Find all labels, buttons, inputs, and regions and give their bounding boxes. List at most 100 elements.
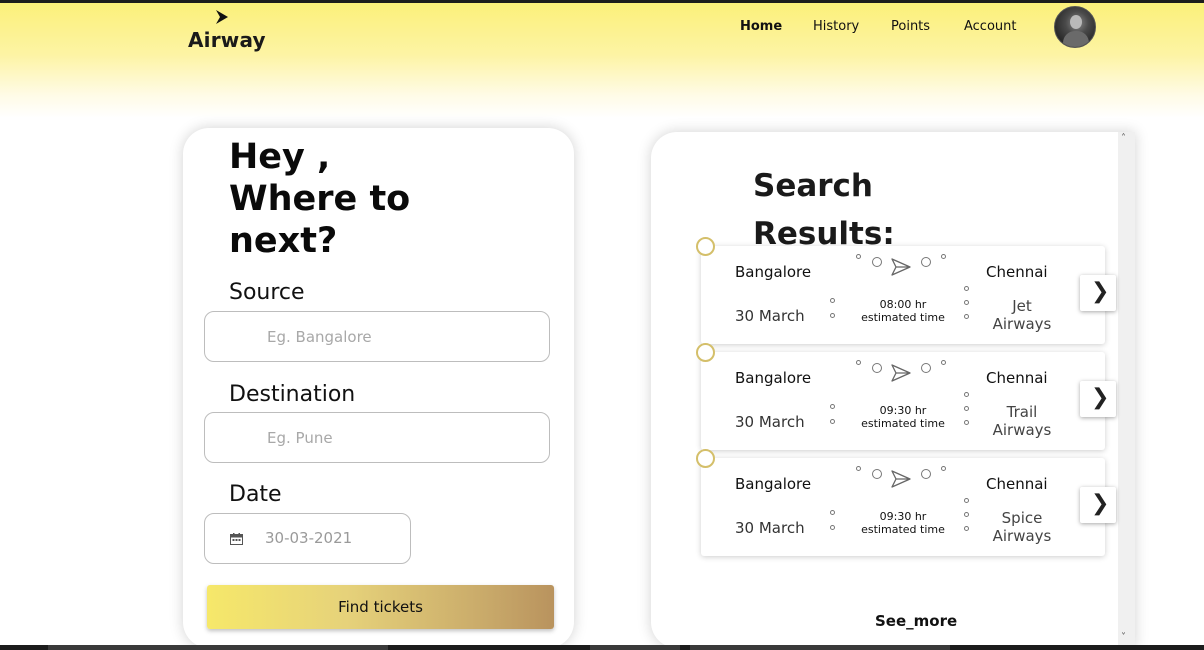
route-dot — [964, 526, 969, 531]
airline-line: Airways — [992, 315, 1052, 333]
airline-name: Spice Airways — [983, 509, 1061, 545]
flight-source: Bangalore — [735, 475, 812, 493]
results-scrollbar[interactable]: ˄ ˅ — [1118, 132, 1135, 648]
route-dot — [872, 257, 882, 267]
header: Airway Home History Points Account — [0, 3, 1204, 118]
route-dot — [941, 254, 946, 259]
date-field[interactable]: 30-03-2021 — [204, 513, 411, 564]
airline-line: Spice — [1001, 509, 1043, 527]
results-panel: Search Results: ˄ ˅ Bangalore Chennai 30… — [651, 132, 1135, 648]
flight-result-card[interactable]: Bangalore Chennai 30 March 09:30 hr esti… — [696, 343, 1116, 450]
date-label: Date — [229, 482, 282, 507]
airline-name: Jet Airways — [983, 297, 1061, 333]
pin-icon — [696, 449, 715, 468]
taskbar-segment — [48, 645, 388, 650]
route-dot — [964, 406, 969, 411]
plane-icon — [891, 470, 911, 488]
route-dot — [830, 313, 835, 318]
destination-input[interactable] — [265, 428, 539, 448]
flight-date: 30 March — [735, 519, 805, 537]
route-dot — [872, 363, 882, 373]
route-dot — [830, 298, 835, 303]
flight-destination: Chennai — [986, 369, 1048, 387]
flight-time-block: 08:00 hr estimated time — [851, 298, 955, 325]
route-dot — [830, 404, 835, 409]
route-dot — [830, 525, 835, 530]
source-label: Source — [229, 280, 305, 305]
see-more-link[interactable]: See_more — [875, 612, 957, 630]
user-avatar[interactable] — [1054, 6, 1096, 48]
route-dot — [872, 469, 882, 479]
flight-time: 08:00 hr — [879, 298, 927, 311]
flight-result-card[interactable]: Bangalore Chennai 30 March 08:00 hr esti… — [696, 237, 1116, 344]
route-dot — [964, 498, 969, 503]
taskbar-segment — [590, 645, 680, 650]
flight-destination: Chennai — [986, 263, 1048, 281]
flight-source: Bangalore — [735, 263, 812, 281]
route-dot — [830, 419, 835, 424]
destination-field-box[interactable] — [204, 412, 550, 463]
scroll-down-icon[interactable]: ˅ — [1121, 632, 1126, 643]
route-dot — [964, 392, 969, 397]
route-dot — [964, 420, 969, 425]
search-panel: Hey , Where to next? Source Destination … — [183, 128, 574, 648]
avatar-body — [1063, 31, 1089, 47]
flight-date: 30 March — [735, 413, 805, 431]
estimated-time-label: estimated time — [861, 523, 945, 536]
plane-icon — [891, 258, 911, 276]
flight-destination: Chennai — [986, 475, 1048, 493]
greeting-line: Hey , — [229, 137, 331, 177]
brand-logo[interactable]: Airway — [188, 8, 268, 53]
airline-line: Airways — [992, 527, 1052, 545]
chevron-right-icon: ❯ — [1091, 385, 1110, 410]
pin-icon — [696, 237, 715, 256]
view-flight-button[interactable]: ❯ — [1080, 487, 1116, 523]
results-title-line: Search — [753, 168, 874, 204]
route-dot — [941, 360, 946, 365]
brand-name: Airway — [188, 28, 266, 52]
source-field-box[interactable] — [204, 311, 550, 362]
route-dot — [856, 466, 861, 471]
nav-account[interactable]: Account — [964, 19, 1017, 34]
chevron-right-icon: ❯ — [1091, 491, 1110, 516]
taskbar-segment — [690, 645, 950, 650]
flight-time: 09:30 hr — [879, 510, 927, 523]
greeting-line: Where to — [229, 179, 411, 219]
nav-history[interactable]: History — [813, 19, 859, 34]
route-dot — [964, 300, 969, 305]
flight-time-block: 09:30 hr estimated time — [851, 404, 955, 431]
airline-line: Jet — [1012, 297, 1032, 315]
plane-icon — [891, 364, 911, 382]
route-dot — [921, 469, 931, 479]
scroll-up-icon[interactable]: ˄ — [1121, 133, 1126, 144]
greeting-line: next? — [229, 221, 338, 261]
airline-line: Airways — [992, 421, 1052, 439]
source-input[interactable] — [265, 327, 539, 347]
calendar-icon[interactable] — [230, 533, 243, 545]
route-dot — [921, 363, 931, 373]
flight-date: 30 March — [735, 307, 805, 325]
taskbar-strip — [0, 645, 1204, 650]
airline-line: Trail — [1006, 403, 1038, 421]
nav-points[interactable]: Points — [891, 19, 930, 34]
flight-result-card[interactable]: Bangalore Chennai 30 March 09:30 hr esti… — [696, 449, 1116, 556]
results-heading: Search Results: — [753, 162, 895, 258]
route-dot — [921, 257, 931, 267]
flight-time: 09:30 hr — [879, 404, 927, 417]
route-dot — [964, 512, 969, 517]
route-dot — [964, 314, 969, 319]
find-tickets-button[interactable]: Find tickets — [207, 585, 554, 629]
view-flight-button[interactable]: ❯ — [1080, 275, 1116, 311]
pin-icon — [696, 343, 715, 362]
estimated-time-label: estimated time — [861, 311, 945, 324]
view-flight-button[interactable]: ❯ — [1080, 381, 1116, 417]
avatar-face — [1070, 15, 1082, 29]
route-dot — [856, 254, 861, 259]
nav-home[interactable]: Home — [740, 19, 782, 34]
chevron-right-icon — [216, 10, 228, 24]
chevron-right-icon: ❯ — [1091, 279, 1110, 304]
airline-name: Trail Airways — [983, 403, 1061, 439]
route-dot — [856, 360, 861, 365]
route-dot — [830, 510, 835, 515]
date-value[interactable]: 30-03-2021 — [265, 529, 352, 547]
